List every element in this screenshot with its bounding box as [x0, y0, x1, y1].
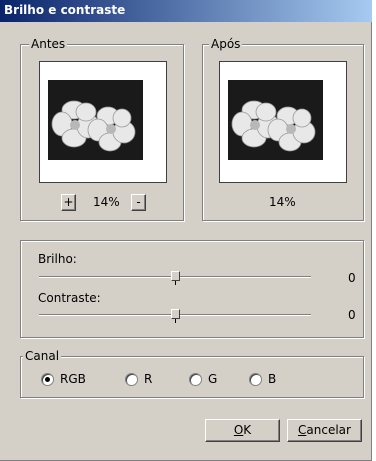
cancel-button[interactable]: Cancelar — [287, 419, 362, 442]
radio-label-g: G — [208, 372, 218, 386]
radio-button[interactable] — [249, 372, 262, 386]
title-bar[interactable]: Brilho e contraste — [0, 0, 372, 22]
contrast-value: 0 — [348, 308, 356, 322]
ok-accelerator: O — [233, 423, 244, 437]
before-label: Antes — [29, 37, 68, 51]
cancel-label: ancelar — [306, 423, 351, 437]
brightness-tick — [175, 281, 176, 285]
radio-label-rgb: RGB — [60, 372, 86, 386]
contrast-label: Contraste: — [38, 291, 101, 305]
radio-label-b: B — [268, 372, 277, 386]
channel-radio-b[interactable]: B — [249, 372, 276, 386]
before-group: Antes + 14% - — [20, 37, 184, 221]
channel-radio-r[interactable]: R — [125, 372, 152, 386]
zoom-out-button[interactable]: - — [131, 194, 146, 211]
contrast-tick — [175, 319, 176, 323]
channel-group: Canal RGB R G B — [20, 349, 364, 398]
window-title: Brilho e contraste — [4, 3, 126, 17]
brightness-value: 0 — [348, 271, 356, 285]
contrast-slider-thumb[interactable] — [171, 309, 180, 319]
zoom-in-button[interactable]: + — [61, 194, 76, 211]
ok-label: K — [243, 423, 252, 437]
brightness-label: Brilho: — [38, 252, 77, 266]
channel-radio-rgb[interactable]: RGB — [41, 372, 86, 386]
radio-button[interactable] — [125, 372, 138, 386]
after-group: Após 14% — [202, 37, 364, 221]
brightness-slider-thumb[interactable] — [171, 271, 180, 281]
brightness-contrast-dialog: Brilho e contraste Antes + 14% - Após 14… — [0, 0, 372, 461]
channel-label: Canal — [23, 349, 62, 363]
after-preview-frame — [219, 61, 347, 183]
ok-button[interactable]: OK — [205, 419, 280, 442]
before-preview-image — [48, 80, 143, 160]
after-preview-image — [228, 80, 323, 160]
radio-button[interactable] — [189, 372, 202, 386]
after-zoom-level: 14% — [269, 195, 296, 209]
adjust-group: Brilho: 0 Contraste: 0 — [20, 240, 364, 338]
after-label: Após — [209, 37, 243, 51]
radio-button-checked[interactable] — [41, 372, 54, 386]
before-zoom-level: 14% — [93, 195, 120, 209]
channel-radio-g[interactable]: G — [189, 372, 217, 386]
radio-label-r: R — [144, 372, 153, 386]
before-preview-frame — [39, 61, 167, 183]
